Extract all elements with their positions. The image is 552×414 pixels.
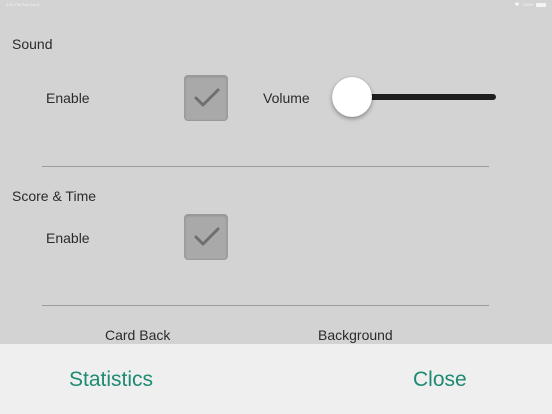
statistics-button[interactable]: Statistics	[69, 368, 153, 392]
sound-section-title: Sound	[12, 36, 53, 52]
sound-enable-checkbox[interactable]	[184, 75, 228, 121]
checkmark-icon	[194, 227, 220, 246]
volume-label: Volume	[263, 90, 310, 106]
close-button[interactable]: Close	[413, 368, 467, 392]
wifi-icon	[514, 2, 520, 7]
section-divider-2	[42, 305, 489, 306]
score-time-section-title: Score & Time	[12, 188, 97, 204]
score-time-enable-checkbox[interactable]	[184, 214, 228, 260]
volume-slider-thumb[interactable]	[332, 77, 372, 117]
status-bar: 2:40 PM Tue Oct 8 100%	[0, 0, 552, 10]
bottom-bar: Statistics Close	[0, 344, 552, 414]
battery-percent: 100%	[522, 2, 533, 7]
card-back-label: Card Back	[105, 327, 171, 343]
status-right: 100%	[514, 2, 546, 7]
section-divider-1	[42, 166, 489, 167]
battery-icon	[536, 2, 546, 7]
volume-slider-track[interactable]	[352, 94, 496, 100]
sound-enable-label: Enable	[46, 90, 90, 106]
background-label: Background	[318, 327, 393, 343]
status-time-date: 2:40 PM Tue Oct 8	[6, 2, 40, 7]
checkmark-icon	[194, 88, 220, 107]
settings-screen: 2:40 PM Tue Oct 8 100% Sound Enable Volu…	[0, 0, 552, 414]
score-time-enable-label: Enable	[46, 230, 90, 246]
